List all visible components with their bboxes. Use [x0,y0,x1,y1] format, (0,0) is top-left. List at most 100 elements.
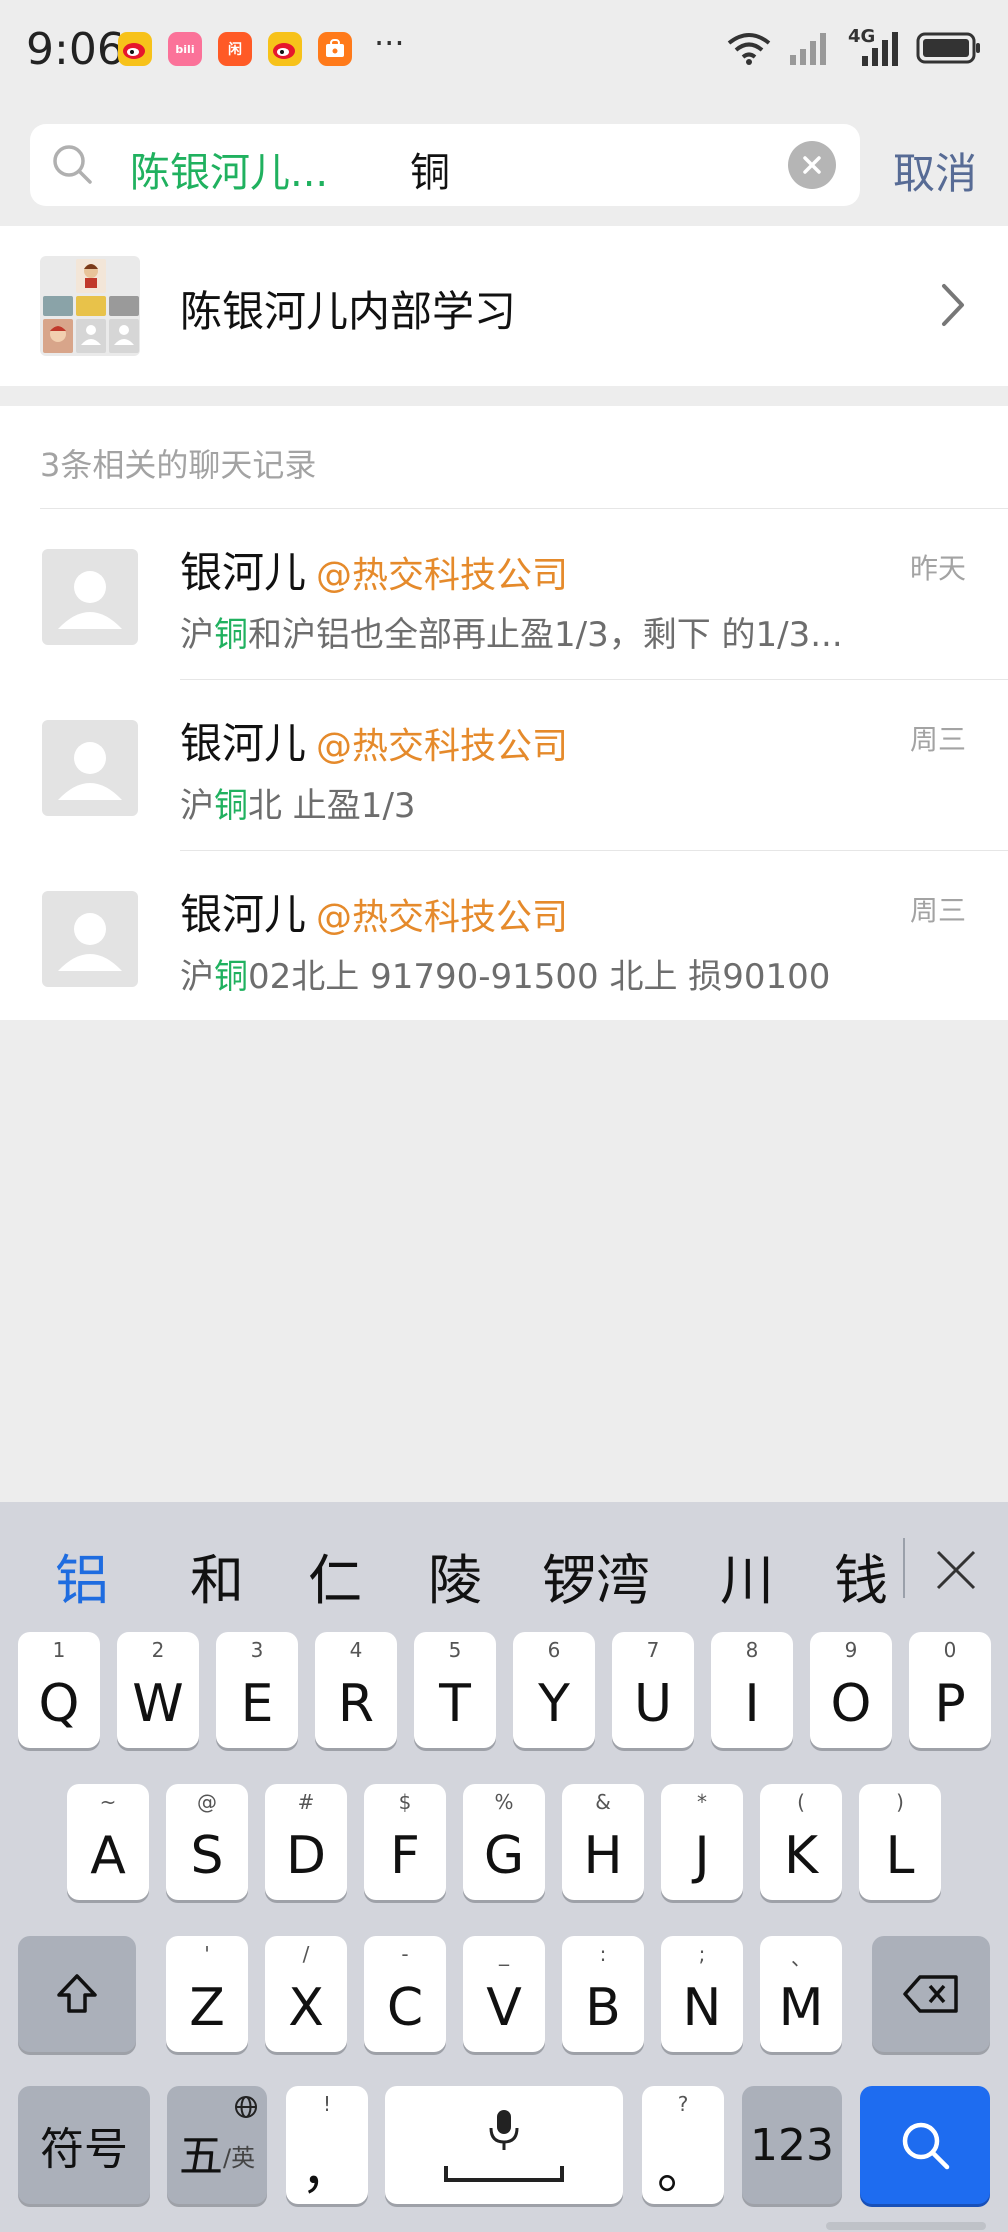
sender-name: 银河儿 [180,548,307,597]
key-u[interactable]: 7U [612,1632,694,1748]
chat-record-item[interactable]: 银河儿 @热交科技公司 周三 沪铜北 止盈1/3 [0,680,1008,850]
space-key[interactable] [385,2086,623,2204]
key-label: L [885,1826,915,1886]
key-label: O [830,1674,872,1734]
key-hint: ( [797,1790,805,1814]
key-label: C [386,1978,424,2038]
search-key[interactable] [860,2086,990,2204]
key-n[interactable]: ; N [661,1936,743,2052]
search-icon [902,2122,950,2170]
key-a[interactable]: ~ A [67,1784,149,1900]
key-m[interactable]: 、 M [760,1936,842,2052]
sender-company: @热交科技公司 [316,555,569,596]
key-label: P [934,1674,966,1734]
key-o[interactable]: 9O [810,1632,892,1748]
key-g[interactable]: % G [463,1784,545,1900]
candidate-word[interactable]: 铝 [55,1536,109,1615]
bilibili-icon-label: bili [175,42,195,56]
message-preview: 沪铜02北上 91790-91500 北上 损90100 [180,949,830,998]
shift-key[interactable] [18,1936,136,2052]
chat-record-item[interactable]: 银河儿 @热交科技公司 周三 沪铜02北上 91790-91500 北上 损901… [0,851,1008,1021]
message-suffix: 和沪铝也全部再止盈1/3，剩下 的1/3... [248,615,843,655]
message-time: 周三 [909,894,966,927]
search-query[interactable]: 铜 [410,140,450,198]
key-i[interactable]: 8I [711,1632,793,1748]
key-b[interactable]: :B [562,1936,644,2052]
group-chat-result[interactable]: 陈银河儿内部学习 [0,226,1008,386]
input-mode-key[interactable]: 五 /英 [167,2086,267,2204]
search-scope-chip[interactable]: 陈银河儿... [130,140,328,198]
cancel-button[interactable]: 取消 [893,140,977,201]
key-hint: & [595,1790,611,1814]
key-hint: 6 [547,1638,561,1662]
key-e[interactable]: 3E [216,1632,298,1748]
home-indicator [826,2222,986,2230]
system-icons: 4G [726,26,982,66]
backspace-key[interactable] [872,1936,990,2052]
ime-keyboard: 铝 和 仁 陵 锣湾 川 钱 1Q 2W 3E 4R 5T 6Y 7U 8I 9… [0,1502,1008,2232]
notification-icons: bili 闲 ··· [118,24,405,66]
key-label: D [285,1826,327,1886]
key-label: A [90,1826,126,1886]
key-j[interactable]: * J [661,1784,743,1900]
comma-key[interactable]: ! ， [286,2086,368,2204]
key-w[interactable]: 2W [117,1632,199,1748]
symbols-key[interactable]: 符号 [18,2086,150,2204]
key-hint: 0 [943,1638,957,1662]
shift-arrow-icon [57,1974,97,2013]
key-p[interactable]: 0P [909,1632,991,1748]
key-hint: 8 [745,1638,759,1662]
key-v[interactable]: _ V [463,1936,545,2052]
message-suffix: 北 止盈1/3 [248,786,416,826]
backspace-icon [903,1975,958,2013]
key-hint: - [401,1942,409,1966]
default-avatar-icon [58,742,122,800]
key-s[interactable]: @ S [166,1784,248,1900]
key-q[interactable]: 1Q [18,1632,100,1748]
key-hint: 、 [791,1946,811,1970]
status-time: 9:06 [26,24,125,75]
candidate-word[interactable]: 陵 [428,1536,482,1615]
key-x[interactable]: / X [265,1936,347,2052]
key-h[interactable]: & H [562,1784,644,1900]
key-d[interactable]: # D [265,1784,347,1900]
key-hint: ~ [99,1790,117,1814]
key-hint: : [599,1942,607,1966]
candidate-word[interactable]: 钱 [834,1536,888,1615]
sender-line: 银河儿 @热交科技公司 [180,881,568,942]
key-f[interactable]: $ F [364,1784,446,1900]
period-key[interactable]: ? 。 [642,2086,724,2204]
search-input[interactable]: 陈银河儿... 铜 [30,124,860,206]
candidate-word[interactable]: 锣湾 [542,1536,650,1615]
key-label: J [694,1826,710,1886]
key-c[interactable]: -C [364,1936,446,2052]
close-icon[interactable] [934,1548,978,1592]
key-t[interactable]: 5T [414,1632,496,1748]
chat-records-section: 3条相关的聊天记录 银河儿 @热交科技公司 昨天 沪铜和沪铝也全部再止盈1/3，剩… [0,406,1008,1020]
key-hint: * [697,1790,707,1814]
key-label: M [778,1978,824,2038]
key-hint: 9 [844,1638,858,1662]
member-avatar [76,319,106,353]
clear-search-button[interactable] [788,141,836,189]
sender-company: @热交科技公司 [316,726,569,767]
default-avatar-icon [58,913,122,971]
key-hint: 2 [151,1638,165,1662]
candidate-word[interactable]: 川 [720,1536,774,1615]
numbers-key[interactable]: 123 [742,2086,842,2204]
key-label: 。 [656,2141,709,2201]
key-k[interactable]: (K [760,1784,842,1900]
key-label: T [439,1674,471,1734]
candidate-word[interactable]: 仁 [308,1536,362,1615]
key-label: X [288,1978,324,2038]
avatar [42,549,138,645]
key-z[interactable]: ' Z [166,1936,248,2052]
member-avatar [43,319,73,353]
key-y[interactable]: 6Y [513,1632,595,1748]
avatar [42,720,138,816]
key-r[interactable]: 4R [315,1632,397,1748]
key-hint: $ [398,1790,412,1814]
candidate-word[interactable]: 和 [190,1536,244,1615]
key-l[interactable]: ) L [859,1784,941,1900]
chat-record-item[interactable]: 银河儿 @热交科技公司 昨天 沪铜和沪铝也全部再止盈1/3，剩下 的1/3... [0,509,1008,679]
